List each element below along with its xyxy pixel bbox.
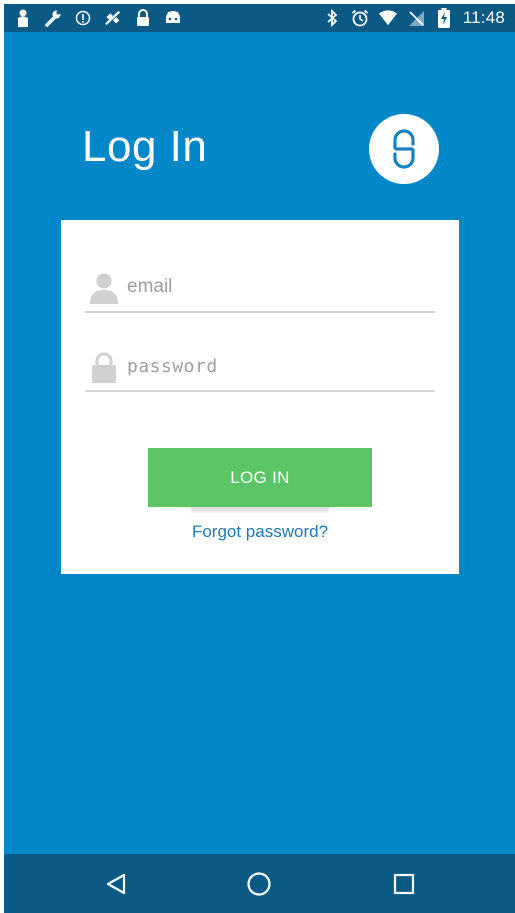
status-time: 11:48: [462, 8, 505, 27]
android-icon: [164, 8, 182, 28]
app-logo-icon: [369, 114, 439, 184]
recents-icon[interactable]: [389, 869, 419, 899]
forgot-password-link[interactable]: Forgot password?: [61, 522, 459, 542]
status-bar-notifications: [14, 8, 182, 28]
satellite-icon: [104, 8, 122, 28]
back-icon[interactable]: [101, 869, 131, 899]
app-screen: 11:48 Log In email LOG IN Forgot passwor…: [4, 4, 515, 913]
wifi-icon: [378, 8, 397, 28]
wrench-icon: [44, 8, 62, 28]
no-signal-icon: [407, 8, 425, 28]
battery-charging-icon: [435, 8, 453, 28]
person-icon: [14, 8, 32, 28]
email-field: [85, 267, 435, 313]
status-bar: 11:48: [4, 4, 515, 32]
email-input[interactable]: [127, 269, 427, 305]
password-field: [85, 346, 435, 392]
login-button[interactable]: LOG IN: [148, 448, 372, 507]
bluetooth-icon: [323, 8, 341, 28]
lock-icon: [134, 8, 152, 28]
home-icon[interactable]: [244, 869, 274, 899]
page-title: Log In: [82, 122, 208, 171]
info-icon: [74, 8, 92, 28]
navigation-bar: [4, 854, 515, 913]
password-input[interactable]: [127, 348, 427, 384]
login-button-shadow: [191, 507, 329, 513]
status-bar-system: 11:48: [323, 8, 505, 28]
alarm-icon: [351, 8, 369, 28]
login-card: LOG IN Forgot password?: [61, 220, 459, 574]
lock-icon: [89, 350, 119, 384]
person-icon: [89, 271, 119, 305]
